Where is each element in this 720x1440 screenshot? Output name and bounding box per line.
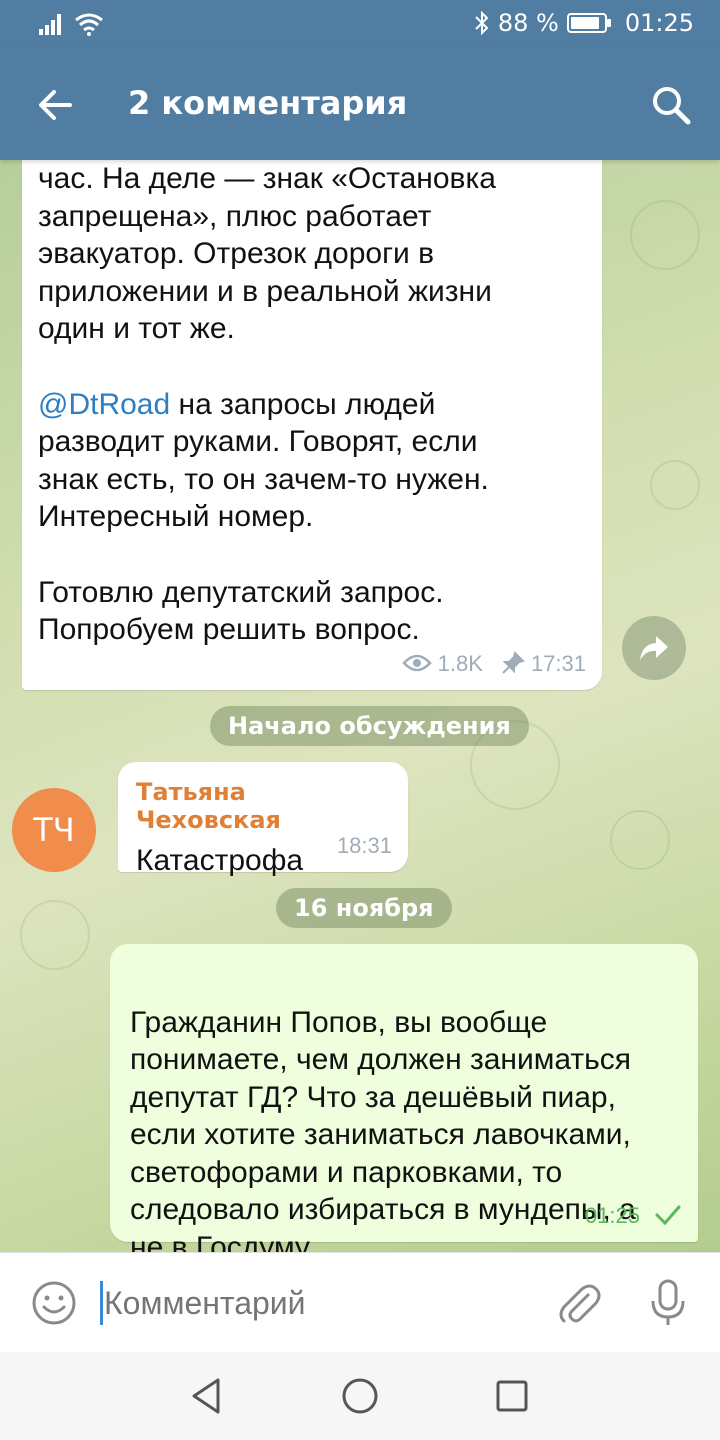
post-text-2-head: на запросы людей xyxy=(170,387,436,421)
battery-percent: 88 % xyxy=(497,9,559,37)
outgoing-time: 01:25 xyxy=(584,1202,640,1228)
back-arrow-icon[interactable] xyxy=(30,80,80,130)
chat-area[interactable]: час. На деле — знак «Остановка запрещена… xyxy=(0,160,720,1252)
message-time: 18:31 xyxy=(336,832,392,858)
share-arrow-icon xyxy=(640,636,668,660)
wifi-icon xyxy=(75,13,103,36)
background-doodle xyxy=(610,810,670,870)
signal-icon xyxy=(39,14,61,35)
comment-input-bar xyxy=(0,1252,720,1352)
status-time: 01:25 xyxy=(624,9,694,37)
share-button[interactable] xyxy=(622,616,686,680)
text-cursor xyxy=(100,1281,103,1325)
discussion-start-label: Начало обсуждения xyxy=(210,706,529,746)
emoji-icon[interactable] xyxy=(30,1279,78,1327)
microphone-icon[interactable] xyxy=(642,1277,694,1329)
checkmark-icon xyxy=(655,1205,681,1226)
background-doodle xyxy=(20,900,90,970)
battery-level-fill xyxy=(570,17,599,29)
channel-post[interactable]: час. На деле — знак «Остановка запрещена… xyxy=(22,160,602,690)
background-doodle xyxy=(630,200,700,270)
page-title: 2 комментария xyxy=(128,84,408,122)
post-text-3: Готовлю депутатский запрос. Попробуем ре… xyxy=(38,575,444,647)
background-doodle xyxy=(650,460,700,510)
recents-nav-icon[interactable] xyxy=(490,1374,534,1418)
battery-icon xyxy=(566,13,611,33)
date-separator: 16 ноября xyxy=(276,888,452,928)
system-navigation-bar xyxy=(0,1352,720,1440)
views-count: 1.8K xyxy=(437,650,483,676)
pin-icon xyxy=(502,651,525,674)
paperclip-icon[interactable] xyxy=(552,1277,604,1329)
comment-input[interactable] xyxy=(100,1277,520,1329)
mention-link[interactable]: @DtRoad xyxy=(38,388,170,421)
outgoing-message[interactable]: Гражданин Попов, вы вообще понимаете, че… xyxy=(110,944,698,1252)
avatar[interactable]: ТЧ xyxy=(12,788,96,872)
status-bar: 88 % 01:25 xyxy=(0,0,720,48)
search-icon[interactable] xyxy=(646,80,696,130)
back-nav-icon[interactable] xyxy=(184,1374,228,1418)
post-meta: 1.8K 17:31 xyxy=(401,645,586,683)
home-nav-icon[interactable] xyxy=(338,1374,382,1418)
post-text-1: час. На деле — знак «Остановка запрещена… xyxy=(38,162,496,345)
app-bar: 2 комментария xyxy=(0,48,720,160)
post-text-2-tail: разводит руками. Говорят, если знак есть… xyxy=(38,425,489,533)
post-text-2: @DtRoad на запросы людей разводит руками.… xyxy=(38,386,586,536)
eye-icon xyxy=(401,655,432,672)
bluetooth-icon xyxy=(475,10,489,36)
post-time: 17:31 xyxy=(530,650,586,676)
incoming-message[interactable]: Татьяна Чеховская Катастрофа 18:31 xyxy=(118,762,408,877)
outgoing-meta: 01:25 xyxy=(585,1197,682,1235)
